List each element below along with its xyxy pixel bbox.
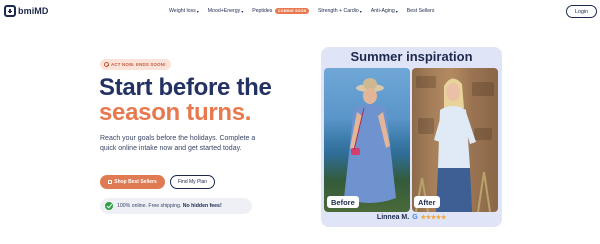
nav-item-label: Mood+Energy [207,8,241,14]
brand-name: bmiMD [18,6,49,16]
nav-item-peptides[interactable]: Peptides COMING SOON [252,8,309,14]
nav-item-label: Anti-Aging [370,8,395,14]
promo-text-bold: No hidden fees! [182,203,222,209]
star-rating: ★★★★★ [420,215,447,221]
brand-logo[interactable]: bmiMD [4,5,49,17]
nav-item-mood-energy[interactable]: Mood+Energy ▾ [208,8,243,14]
clock-icon [104,62,109,67]
after-figure-illustration [415,78,491,212]
hero-headline: Start before the season turns. [99,75,272,125]
nav-item-weight-loss[interactable]: Weight loss ▾ [169,8,199,14]
chevron-down-icon: ▾ [359,8,362,14]
main-menu: Weight loss ▾ Mood+Energy ▾ Peptides COM… [169,8,443,14]
reviewer-name: Linnea M. [376,214,410,221]
coming-soon-badge: COMING SOON [275,8,309,14]
primary-cta-label: Shop Best Sellers [114,179,157,185]
nav-item-best-sellers[interactable]: Best Sellers [407,8,435,14]
urgency-badge: ACT NOW. ENDS SOON! [100,59,171,70]
nav-item-anti-aging[interactable]: Anti-Aging ▾ [371,8,398,14]
find-my-plan-button[interactable]: Find My Plan [170,175,215,189]
after-label: After [414,196,440,208]
before-figure-illustration [344,78,396,203]
chevron-down-icon: ▾ [196,8,199,14]
urgency-label: ACT NOW. ENDS SOON! [111,62,166,67]
nav-item-label: Weight loss [169,8,196,14]
logo-cross-icon [4,5,16,17]
promo-text: 100% online. Free shipping. No hidden fe… [117,203,222,209]
nav-item-label: Strength + Cardio [317,8,359,14]
login-button[interactable]: Login [566,5,597,18]
before-photo: Before [324,68,410,212]
testimonial-card: Summer inspiration Before After Linnea M… [321,47,502,227]
before-label: Before [327,196,359,208]
shopping-bag-icon [108,180,113,184]
shop-best-sellers-button[interactable]: Shop Best Sellers [100,175,165,189]
testimonial-title: Summer inspiration [350,49,473,64]
nav-item-strength-cardio[interactable]: Strength + Cardio ▾ [318,8,362,14]
checkmark-icon [105,202,113,210]
reviewer-row: Linnea M. G ★★★★★ [321,214,502,221]
headline-line-2: season turns. [99,99,252,126]
headline-line-1: Start before the [99,74,272,101]
top-nav: bmiMD Weight loss ▾ Mood+Energy ▾ Peptid… [0,0,600,22]
google-icon: G [412,214,418,221]
hero-subtext: Reach your goals before the holidays. Co… [100,135,256,152]
promo-text-regular: 100% online. Free shipping. [117,203,182,209]
nav-item-label: Peptides [252,8,273,14]
chevron-down-icon: ▾ [241,8,244,14]
promo-banner: 100% online. Free shipping. No hidden fe… [100,198,252,214]
after-photo: After [412,68,498,212]
nav-item-label: Best Sellers [406,8,435,14]
chevron-down-icon: ▾ [395,8,398,14]
